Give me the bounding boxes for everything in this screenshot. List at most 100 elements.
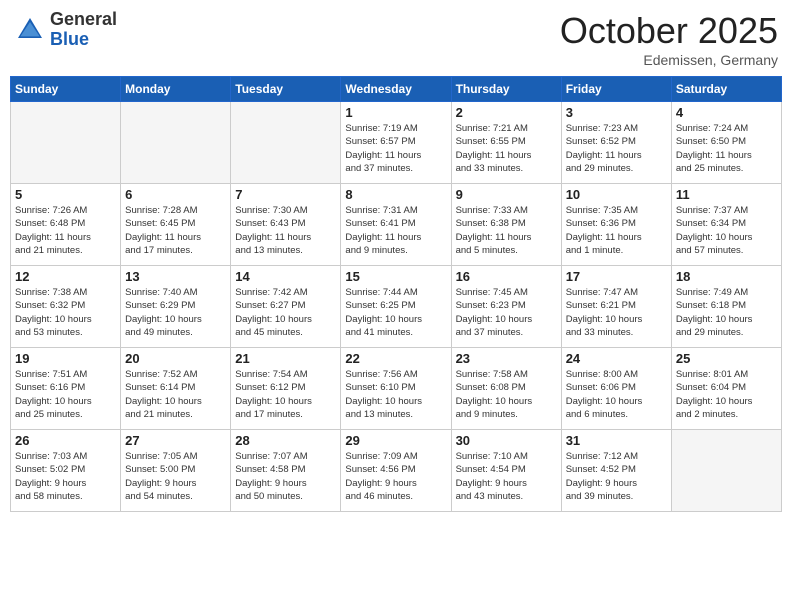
day-number: 2 (456, 105, 557, 120)
day-number: 22 (345, 351, 446, 366)
week-row-4: 19 Sunrise: 7:51 AM Sunset: 6:16 PM Dayli… (11, 348, 782, 430)
day-info: Sunrise: 7:19 AM Sunset: 6:57 PM Dayligh… (345, 122, 446, 175)
day-number: 27 (125, 433, 226, 448)
day-number: 3 (566, 105, 667, 120)
weekday-header-tuesday: Tuesday (231, 77, 341, 102)
day-number: 5 (15, 187, 116, 202)
day-number: 31 (566, 433, 667, 448)
day-number: 21 (235, 351, 336, 366)
day-number: 8 (345, 187, 446, 202)
day-info: Sunrise: 7:37 AM Sunset: 6:34 PM Dayligh… (676, 204, 777, 257)
day-info: Sunrise: 7:10 AM Sunset: 4:54 PM Dayligh… (456, 450, 557, 503)
day-info: Sunrise: 7:09 AM Sunset: 4:56 PM Dayligh… (345, 450, 446, 503)
day-info: Sunrise: 7:07 AM Sunset: 4:58 PM Dayligh… (235, 450, 336, 503)
day-info: Sunrise: 7:21 AM Sunset: 6:55 PM Dayligh… (456, 122, 557, 175)
day-info: Sunrise: 7:23 AM Sunset: 6:52 PM Dayligh… (566, 122, 667, 175)
title-area: October 2025 Edemissen, Germany (560, 10, 778, 68)
day-info: Sunrise: 7:52 AM Sunset: 6:14 PM Dayligh… (125, 368, 226, 421)
day-info: Sunrise: 7:26 AM Sunset: 6:48 PM Dayligh… (15, 204, 116, 257)
day-number: 14 (235, 269, 336, 284)
calendar-cell: 19 Sunrise: 7:51 AM Sunset: 6:16 PM Dayli… (11, 348, 121, 430)
day-info: Sunrise: 8:01 AM Sunset: 6:04 PM Dayligh… (676, 368, 777, 421)
calendar-cell: 8 Sunrise: 7:31 AM Sunset: 6:41 PM Daylig… (341, 184, 451, 266)
day-number: 18 (676, 269, 777, 284)
day-number: 15 (345, 269, 446, 284)
day-info: Sunrise: 7:31 AM Sunset: 6:41 PM Dayligh… (345, 204, 446, 257)
day-number: 20 (125, 351, 226, 366)
calendar-cell: 28 Sunrise: 7:07 AM Sunset: 4:58 PM Dayli… (231, 430, 341, 512)
day-info: Sunrise: 7:44 AM Sunset: 6:25 PM Dayligh… (345, 286, 446, 339)
calendar-cell: 2 Sunrise: 7:21 AM Sunset: 6:55 PM Daylig… (451, 102, 561, 184)
day-info: Sunrise: 7:33 AM Sunset: 6:38 PM Dayligh… (456, 204, 557, 257)
calendar-cell: 24Sunrise: 8:00 AM Sunset: 6:06 PM Dayli… (561, 348, 671, 430)
logo-text: General Blue (50, 10, 117, 50)
calendar-cell: 6Sunrise: 7:28 AM Sunset: 6:45 PM Daylig… (121, 184, 231, 266)
calendar-cell: 17 Sunrise: 7:47 AM Sunset: 6:21 PM Dayli… (561, 266, 671, 348)
day-number: 30 (456, 433, 557, 448)
day-number: 28 (235, 433, 336, 448)
day-info: Sunrise: 7:45 AM Sunset: 6:23 PM Dayligh… (456, 286, 557, 339)
day-number: 26 (15, 433, 116, 448)
day-info: Sunrise: 7:38 AM Sunset: 6:32 PM Dayligh… (15, 286, 116, 339)
day-info: Sunrise: 7:51 AM Sunset: 6:16 PM Dayligh… (15, 368, 116, 421)
calendar-cell: 31 Sunrise: 7:12 AM Sunset: 4:52 PM Dayli… (561, 430, 671, 512)
day-info: Sunrise: 7:05 AM Sunset: 5:00 PM Dayligh… (125, 450, 226, 503)
day-number: 4 (676, 105, 777, 120)
day-info: Sunrise: 7:42 AM Sunset: 6:27 PM Dayligh… (235, 286, 336, 339)
day-info: Sunrise: 7:58 AM Sunset: 6:08 PM Dayligh… (456, 368, 557, 421)
day-number: 12 (15, 269, 116, 284)
day-number: 17 (566, 269, 667, 284)
logo-blue-text: Blue (50, 30, 117, 50)
location: Edemissen, Germany (560, 52, 778, 68)
month-title: October 2025 (560, 10, 778, 52)
calendar-cell: 20 Sunrise: 7:52 AM Sunset: 6:14 PM Dayli… (121, 348, 231, 430)
logo-icon (14, 14, 46, 46)
weekday-header-wednesday: Wednesday (341, 77, 451, 102)
calendar-cell: 13 Sunrise: 7:40 AM Sunset: 6:29 PM Dayli… (121, 266, 231, 348)
day-number: 1 (345, 105, 446, 120)
calendar-table: SundayMondayTuesdayWednesdayThursdayFrid… (10, 76, 782, 512)
day-info: Sunrise: 7:40 AM Sunset: 6:29 PM Dayligh… (125, 286, 226, 339)
calendar-cell: 18 Sunrise: 7:49 AM Sunset: 6:18 PM Dayli… (671, 266, 781, 348)
weekday-header-friday: Friday (561, 77, 671, 102)
day-number: 19 (15, 351, 116, 366)
day-number: 11 (676, 187, 777, 202)
day-info: Sunrise: 7:28 AM Sunset: 6:45 PM Dayligh… (125, 204, 226, 257)
day-info: Sunrise: 7:24 AM Sunset: 6:50 PM Dayligh… (676, 122, 777, 175)
day-number: 13 (125, 269, 226, 284)
week-row-1: 1 Sunrise: 7:19 AM Sunset: 6:57 PM Daylig… (11, 102, 782, 184)
weekday-header-row: SundayMondayTuesdayWednesdayThursdayFrid… (11, 77, 782, 102)
day-info: Sunrise: 7:30 AM Sunset: 6:43 PM Dayligh… (235, 204, 336, 257)
calendar-cell (121, 102, 231, 184)
day-number: 7 (235, 187, 336, 202)
calendar-cell: 23 Sunrise: 7:58 AM Sunset: 6:08 PM Dayli… (451, 348, 561, 430)
day-info: Sunrise: 7:47 AM Sunset: 6:21 PM Dayligh… (566, 286, 667, 339)
calendar-cell: 21 Sunrise: 7:54 AM Sunset: 6:12 PM Dayli… (231, 348, 341, 430)
day-number: 23 (456, 351, 557, 366)
calendar-cell: 10Sunrise: 7:35 AM Sunset: 6:36 PM Dayli… (561, 184, 671, 266)
logo: General Blue (14, 10, 117, 50)
day-info: Sunrise: 7:54 AM Sunset: 6:12 PM Dayligh… (235, 368, 336, 421)
logo-general-text: General (50, 10, 117, 30)
week-row-3: 12 Sunrise: 7:38 AM Sunset: 6:32 PM Dayli… (11, 266, 782, 348)
day-number: 25 (676, 351, 777, 366)
day-number: 24 (566, 351, 667, 366)
day-number: 10 (566, 187, 667, 202)
day-info: Sunrise: 7:03 AM Sunset: 5:02 PM Dayligh… (15, 450, 116, 503)
day-number: 29 (345, 433, 446, 448)
weekday-header-saturday: Saturday (671, 77, 781, 102)
weekday-header-sunday: Sunday (11, 77, 121, 102)
calendar-cell: 14 Sunrise: 7:42 AM Sunset: 6:27 PM Dayli… (231, 266, 341, 348)
calendar-cell: 26 Sunrise: 7:03 AM Sunset: 5:02 PM Dayli… (11, 430, 121, 512)
calendar-cell: 30 Sunrise: 7:10 AM Sunset: 4:54 PM Dayli… (451, 430, 561, 512)
calendar-cell (231, 102, 341, 184)
day-info: Sunrise: 7:12 AM Sunset: 4:52 PM Dayligh… (566, 450, 667, 503)
calendar-cell: 15 Sunrise: 7:44 AM Sunset: 6:25 PM Dayli… (341, 266, 451, 348)
calendar-cell: 9Sunrise: 7:33 AM Sunset: 6:38 PM Daylig… (451, 184, 561, 266)
day-info: Sunrise: 7:49 AM Sunset: 6:18 PM Dayligh… (676, 286, 777, 339)
calendar-cell: 29 Sunrise: 7:09 AM Sunset: 4:56 PM Dayli… (341, 430, 451, 512)
calendar-cell: 11 Sunrise: 7:37 AM Sunset: 6:34 PM Dayli… (671, 184, 781, 266)
calendar-cell (11, 102, 121, 184)
week-row-2: 5 Sunrise: 7:26 AM Sunset: 6:48 PM Daylig… (11, 184, 782, 266)
calendar-cell: 27 Sunrise: 7:05 AM Sunset: 5:00 PM Dayli… (121, 430, 231, 512)
